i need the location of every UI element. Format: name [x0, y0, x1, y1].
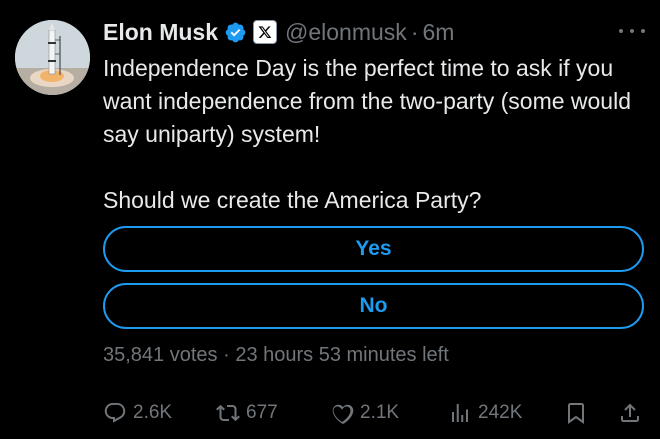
like-button[interactable]: 2.1K [330, 398, 399, 428]
repost-count: 677 [246, 402, 278, 423]
poll-votes: 35,841 votes [103, 344, 218, 366]
x-logo-icon[interactable] [253, 20, 278, 44]
heart-icon [330, 401, 354, 425]
reply-icon [103, 401, 127, 425]
separator-dot: · [223, 344, 230, 366]
author-name[interactable]: Elon Musk [103, 19, 218, 46]
tweet: Elon Musk @elonmusk · 6m Independence Da… [0, 0, 660, 439]
poll-option-no[interactable]: No [103, 283, 644, 329]
verified-badge-icon[interactable] [224, 21, 247, 44]
repost-button[interactable]: 677 [216, 398, 278, 428]
more-options-icon[interactable] [619, 26, 645, 36]
share-icon [618, 401, 642, 425]
timestamp[interactable]: 6m [422, 19, 454, 46]
poll-option-yes[interactable]: Yes [103, 226, 644, 272]
like-count: 2.1K [360, 402, 400, 423]
views-button[interactable]: 242K [448, 398, 522, 428]
reply-button[interactable]: 2.6K [103, 398, 172, 428]
bookmark-icon [564, 401, 588, 425]
more-dot [641, 29, 645, 33]
tweet-text-paragraph-2: Should we create the America Party? [103, 187, 482, 213]
share-button[interactable] [618, 398, 642, 428]
bookmark-button[interactable] [564, 398, 588, 428]
author-handle[interactable]: @elonmusk [285, 19, 407, 46]
poll-meta: 35,841 votes · 23 hours 53 minutes left [103, 344, 449, 367]
views-icon [448, 401, 472, 425]
repost-icon [216, 401, 240, 425]
tweet-text-paragraph-1: Independence Day is the perfect time to … [103, 55, 632, 147]
more-dot [630, 29, 634, 33]
views-count: 242K [478, 402, 523, 423]
tweet-text: Independence Day is the perfect time to … [103, 52, 648, 217]
reply-count: 2.6K [133, 402, 173, 423]
poll-time-left: 23 hours 53 minutes left [235, 344, 449, 366]
separator-dot: · [410, 18, 419, 45]
rocket-launch-avatar [15, 20, 90, 95]
tweet-header: Elon Musk @elonmusk · 6m [103, 14, 454, 50]
more-dot [619, 29, 623, 33]
avatar[interactable] [15, 20, 90, 95]
tweet-actions: 2.6K 677 2.1K 242K [103, 398, 648, 428]
